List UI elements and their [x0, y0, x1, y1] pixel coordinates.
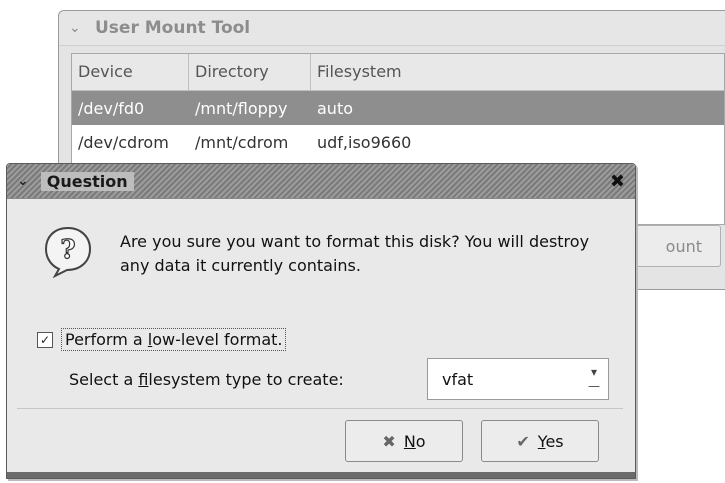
svg-text:?: ? — [60, 235, 75, 265]
yes-label: Yes — [537, 431, 564, 451]
bg-window-title: User Mount Tool — [95, 18, 251, 38]
no-button[interactable]: ✖ No — [345, 420, 463, 462]
close-icon[interactable]: ✖ — [610, 171, 625, 192]
lowlevel-format-label[interactable]: Perform a low-level format. — [61, 328, 287, 351]
question-icon: ? — [44, 226, 92, 278]
table-row[interactable]: /dev/fd0 /mnt/floppy auto — [72, 91, 724, 125]
column-filesystem[interactable]: Filesystem — [311, 54, 724, 90]
yes-button[interactable]: ✔ Yes — [481, 420, 599, 462]
filesystem-type-select[interactable]: vfat ▾ — — [427, 358, 609, 400]
column-directory[interactable]: Directory — [189, 54, 311, 90]
column-device[interactable]: Device — [72, 54, 189, 90]
lowlevel-format-checkbox[interactable]: ✓ — [37, 331, 53, 348]
cell-device: /dev/cdrom — [78, 132, 169, 152]
filesystem-type-label: Select a filesystem type to create: — [69, 370, 344, 389]
dialog-bottom-edge — [7, 472, 635, 478]
cell-filesystem: udf,iso9660 — [317, 132, 412, 152]
lowlevel-format-option[interactable]: ✓ Perform a low-level format. — [37, 328, 287, 351]
filesystem-type-value: vfat — [442, 369, 474, 389]
check-icon: ✔ — [516, 431, 530, 451]
cross-icon: ✖ — [382, 431, 396, 451]
mount-button[interactable]: ount — [629, 225, 721, 267]
question-dialog: ⌄ Question ✖ ? Are you sure you want to … — [6, 163, 636, 479]
cell-directory: /mnt/floppy — [195, 98, 288, 118]
list-header: Device Directory Filesystem — [72, 54, 724, 91]
table-row[interactable]: /dev/cdrom /mnt/cdrom udf,iso9660 — [72, 125, 724, 159]
separator — [17, 408, 623, 409]
dialog-message: Are you sure you want to format this dis… — [120, 232, 590, 275]
window-menu-icon[interactable]: ⌄ — [17, 173, 29, 189]
window-menu-icon[interactable]: ⌄ — [69, 20, 85, 36]
chevron-down-icon[interactable]: ▾ — — [580, 365, 608, 393]
no-label: No — [403, 431, 426, 451]
cell-filesystem: auto — [317, 98, 354, 118]
cell-directory: /mnt/cdrom — [195, 132, 289, 152]
dialog-title: Question — [40, 171, 134, 191]
bg-titlebar: ⌄ User Mount Tool ✖ — [59, 11, 725, 46]
cell-device: /dev/fd0 — [78, 98, 145, 118]
dialog-titlebar: ⌄ Question ✖ — [7, 164, 635, 199]
